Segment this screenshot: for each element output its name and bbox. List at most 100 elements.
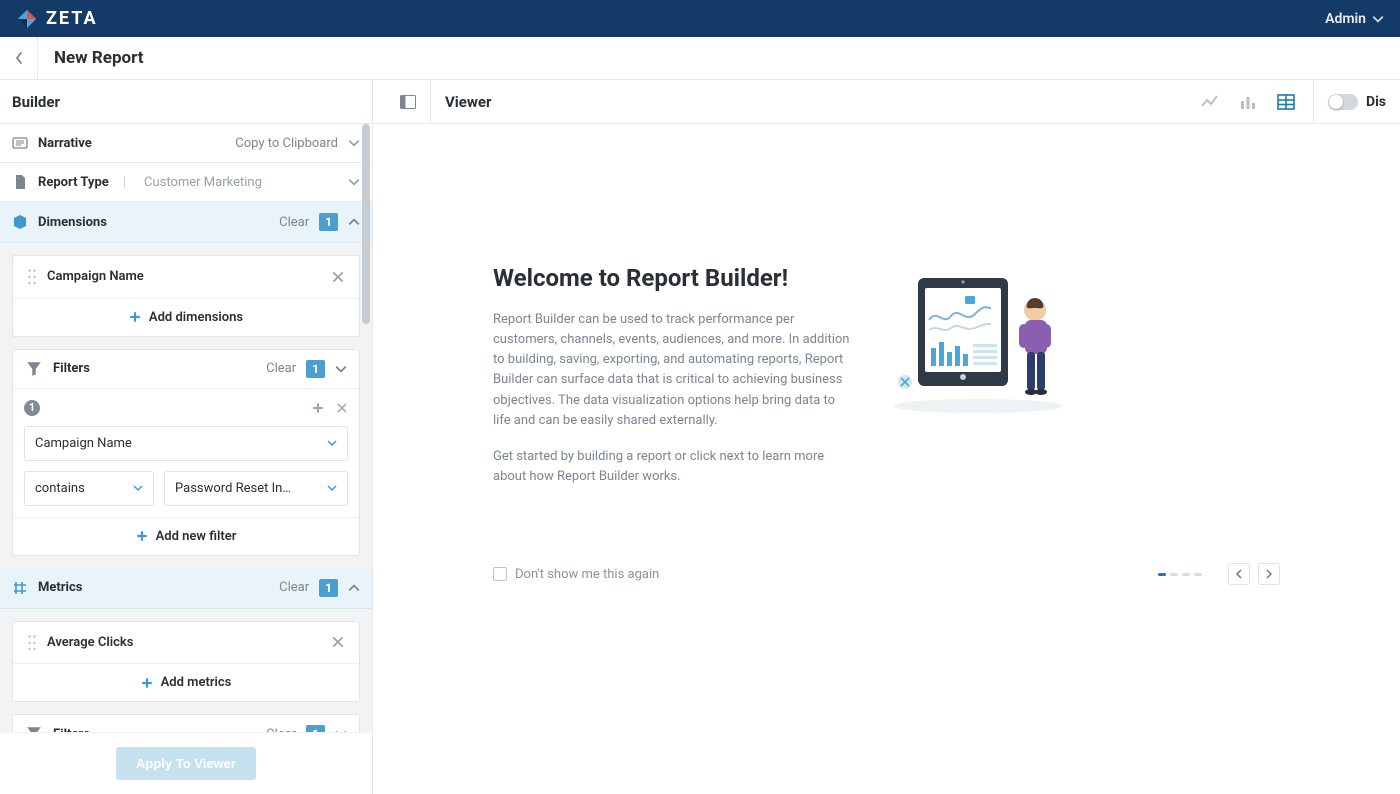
user-label: Admin <box>1325 11 1366 27</box>
carousel-dots <box>1158 573 1202 576</box>
filter-group: 1 Campaign Name <box>13 389 359 517</box>
dimensions-section-header[interactable]: Dimensions Clear 1 <box>0 202 372 243</box>
metrics-section-header[interactable]: Metrics Clear 1 <box>0 568 372 609</box>
brand: ZETA <box>16 8 98 30</box>
chevron-up-icon <box>348 216 360 228</box>
plus-icon <box>141 677 153 689</box>
add-filter-button[interactable]: Add new filter <box>13 517 359 555</box>
metric-item-label: Average Clicks <box>47 635 133 650</box>
chevron-down-icon <box>335 363 347 375</box>
dimension-item[interactable]: Campaign Name <box>13 256 359 299</box>
dont-show-checkbox[interactable]: Don't show me this again <box>493 567 659 582</box>
remove-icon[interactable] <box>336 402 348 414</box>
illustration-icon <box>883 264 1073 414</box>
metric-filters-clear-link[interactable]: Clear <box>266 727 296 733</box>
chevron-up-icon <box>348 582 360 594</box>
report-type-section[interactable]: Report Type | Customer Marketing <box>0 163 372 202</box>
chart-mode-switcher <box>1201 94 1313 110</box>
dimension-filters-clear-link[interactable]: Clear <box>266 361 296 376</box>
cube-icon <box>12 214 28 230</box>
report-type-value: Customer Marketing <box>144 175 262 190</box>
metrics-card: Average Clicks Add metrics <box>12 621 360 703</box>
dimensions-clear-link[interactable]: Clear <box>279 215 309 230</box>
metric-filters-label: Filters <box>53 727 90 733</box>
chevron-down-icon <box>133 483 143 493</box>
display-toggle[interactable] <box>1328 94 1358 110</box>
metrics-count-badge: 1 <box>319 579 338 597</box>
chevron-down-icon <box>327 483 337 493</box>
chevron-right-icon <box>1265 569 1273 579</box>
filter-operator-select[interactable]: contains <box>24 471 154 506</box>
user-menu[interactable]: Admin <box>1325 11 1384 27</box>
metrics-body: Average Clicks Add metrics Filters <box>0 609 372 733</box>
filter-operator-value: contains <box>35 481 85 496</box>
welcome-paragraph-1: Report Builder can be used to track perf… <box>493 310 853 431</box>
drag-handle-icon[interactable] <box>27 634 37 652</box>
page-title: New Report <box>54 48 144 68</box>
narrative-icon <box>12 135 28 151</box>
scrollbar-thumb[interactable] <box>362 124 370 324</box>
chevron-down-icon <box>327 438 337 448</box>
filter-value-value: Password Reset Instructio... <box>175 481 295 496</box>
carousel-dot-4[interactable] <box>1194 573 1202 576</box>
builder-panel: Builder Narrative Copy to Clipboard <box>0 80 373 794</box>
metric-filters-card: Filters Clear 1 <box>12 714 360 732</box>
carousel-prev-button[interactable] <box>1228 563 1250 585</box>
hash-icon <box>12 580 28 596</box>
welcome-heading: Welcome to Report Builder! <box>493 264 853 292</box>
bar-chart-mode[interactable] <box>1239 94 1257 110</box>
apply-to-viewer-button[interactable]: Apply To Viewer <box>116 747 256 780</box>
chevron-left-icon <box>14 51 24 65</box>
display-toggle-label: Dis <box>1366 94 1386 110</box>
chevron-down-icon <box>1372 13 1384 25</box>
chevron-down-icon <box>348 137 360 149</box>
funnel-icon <box>25 725 43 732</box>
remove-icon[interactable] <box>331 635 345 649</box>
add-metric-label: Add metrics <box>161 675 232 690</box>
metric-item[interactable]: Average Clicks <box>13 622 359 665</box>
narrative-label: Narrative <box>38 136 92 151</box>
metric-filters-header[interactable]: Filters Clear 1 <box>13 715 359 732</box>
report-type-label: Report Type <box>38 175 109 190</box>
remove-icon[interactable] <box>331 270 345 284</box>
brand-name: ZETA <box>46 8 98 29</box>
plus-icon <box>136 530 148 542</box>
carousel-dot-1[interactable] <box>1158 573 1166 576</box>
dimensions-card: Campaign Name Add dimensions <box>12 255 360 337</box>
dimension-filters-label: Filters <box>53 361 90 376</box>
narrative-section[interactable]: Narrative Copy to Clipboard <box>0 124 372 163</box>
top-nav: ZETA Admin <box>0 0 1400 37</box>
dimensions-count-badge: 1 <box>319 213 338 231</box>
plus-icon[interactable] <box>312 402 324 414</box>
dimensions-body: Campaign Name Add dimensions Filters <box>0 243 372 568</box>
table-mode[interactable] <box>1277 94 1295 110</box>
carousel-next-button[interactable] <box>1258 563 1280 585</box>
carousel-dot-3[interactable] <box>1182 573 1190 576</box>
line-chart-mode[interactable] <box>1201 94 1219 110</box>
add-dimension-label: Add dimensions <box>149 310 243 325</box>
dimension-item-label: Campaign Name <box>47 269 144 284</box>
metrics-clear-link[interactable]: Clear <box>279 580 309 595</box>
plus-icon <box>129 311 141 323</box>
metric-filters-count-badge: 1 <box>306 725 325 732</box>
collapse-builder-button[interactable] <box>385 80 431 123</box>
carousel-dot-2[interactable] <box>1170 573 1178 576</box>
scrollbar[interactable] <box>360 124 372 732</box>
filter-group-badge: 1 <box>24 400 40 416</box>
dimension-filters-header[interactable]: Filters Clear 1 <box>13 350 359 389</box>
filter-value-select[interactable]: Password Reset Instructio... <box>164 471 348 506</box>
table-icon <box>1277 94 1295 110</box>
chevron-down-icon <box>335 728 347 732</box>
chevron-down-icon <box>348 176 360 188</box>
copy-clipboard-link[interactable]: Copy to Clipboard <box>235 136 338 151</box>
display-toggle-cell: Dis <box>1313 80 1400 123</box>
dimension-filters-count-badge: 1 <box>306 360 325 378</box>
welcome-illustration <box>883 264 1073 503</box>
back-button[interactable] <box>0 37 38 79</box>
metrics-label: Metrics <box>38 580 82 595</box>
add-dimension-button[interactable]: Add dimensions <box>13 299 359 336</box>
add-metric-button[interactable]: Add metrics <box>13 664 359 701</box>
filter-field-select[interactable]: Campaign Name <box>24 426 348 461</box>
drag-handle-icon[interactable] <box>27 268 37 286</box>
panel-collapse-icon <box>400 95 416 109</box>
